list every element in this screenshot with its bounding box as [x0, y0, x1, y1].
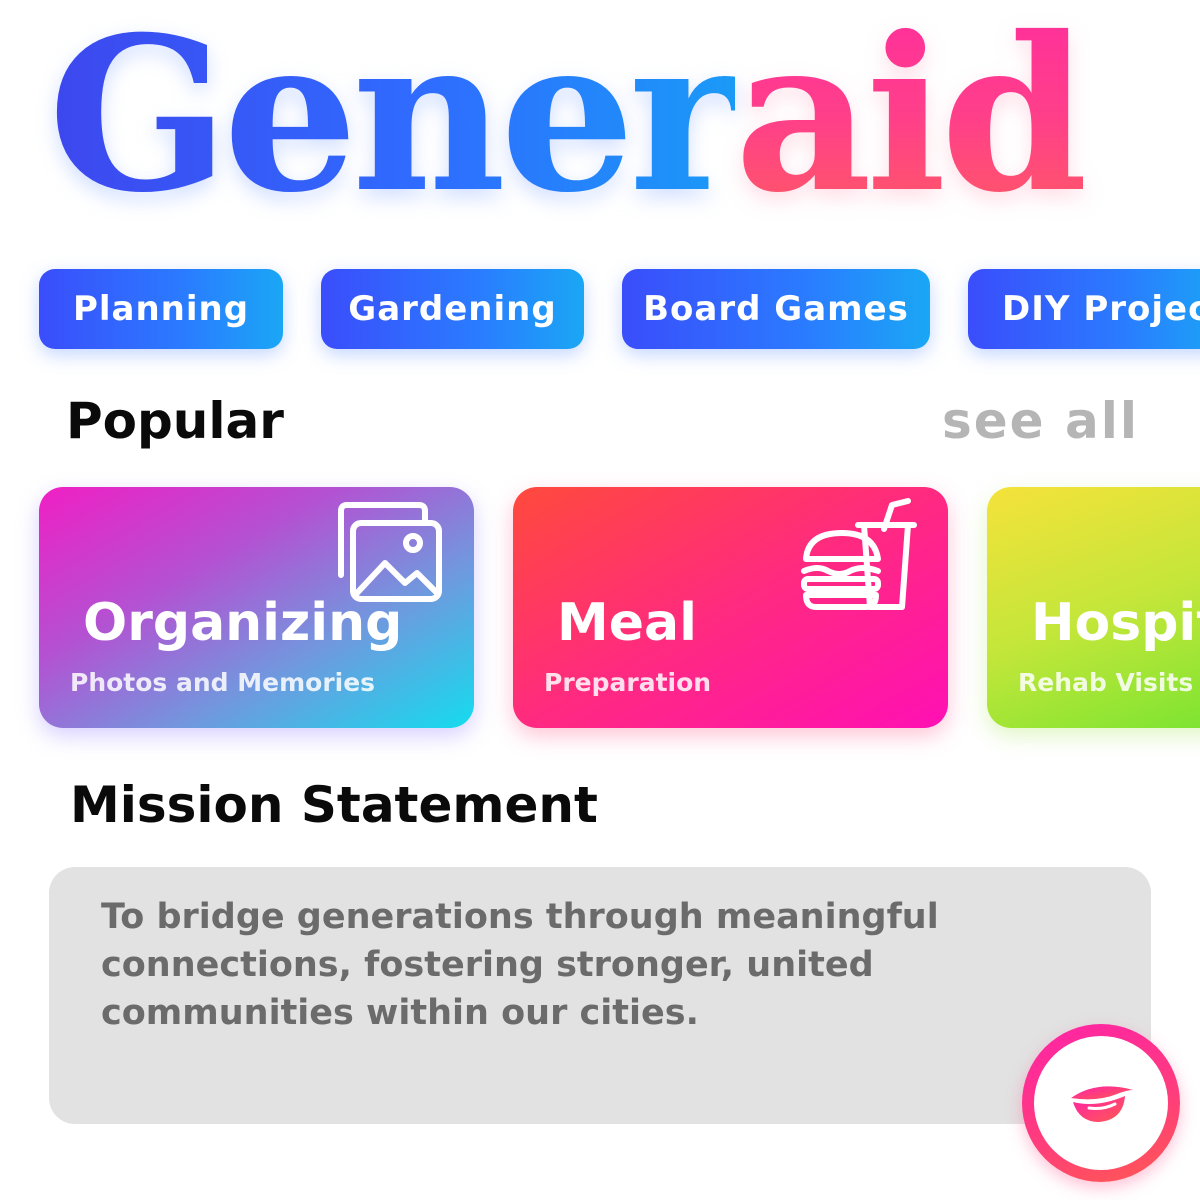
card-subtitle: Preparation [544, 668, 712, 697]
card-meal[interactable]: Meal Preparation [513, 487, 948, 728]
mission-statement-text: To bridge generations through meaningful… [101, 897, 939, 1033]
burger-drink-icon [801, 498, 917, 610]
leaf-lips-icon [1071, 1086, 1133, 1122]
mission-statement-box: To bridge generations through meaningful… [49, 867, 1151, 1124]
category-chips: Planning Gardening Board Games DIY Proje… [0, 269, 1200, 349]
card-hospital[interactable]: Hospital Rehab Visits [987, 487, 1200, 728]
app-logo: Generaid [48, 0, 1089, 239]
chip-gardening[interactable]: Gardening [321, 269, 584, 349]
mission-heading: Mission Statement [70, 776, 598, 834]
logo-text-aid: aid [734, 0, 1089, 239]
image-gallery-icon [338, 502, 442, 602]
popular-heading: Popular [66, 392, 284, 450]
card-title: Hospital [1031, 593, 1200, 653]
floating-action-button[interactable] [1022, 1024, 1180, 1182]
chip-board-games[interactable]: Board Games [622, 269, 930, 349]
card-title: Meal [557, 593, 697, 653]
card-title: Organizing [83, 593, 403, 653]
see-all-link[interactable]: see all [942, 386, 1139, 456]
popular-cards: Organizing Photos and Memories Meal Prep… [0, 487, 1200, 728]
card-subtitle: Rehab Visits [1018, 668, 1194, 697]
chip-diy-projects[interactable]: DIY Projects [968, 269, 1200, 349]
card-subtitle: Photos and Memories [70, 668, 376, 697]
card-organizing[interactable]: Organizing Photos and Memories [39, 487, 474, 728]
chip-planning[interactable]: Planning [39, 269, 283, 349]
fab-inner-circle [1034, 1036, 1168, 1170]
logo-text-gener: Gener [48, 0, 741, 239]
